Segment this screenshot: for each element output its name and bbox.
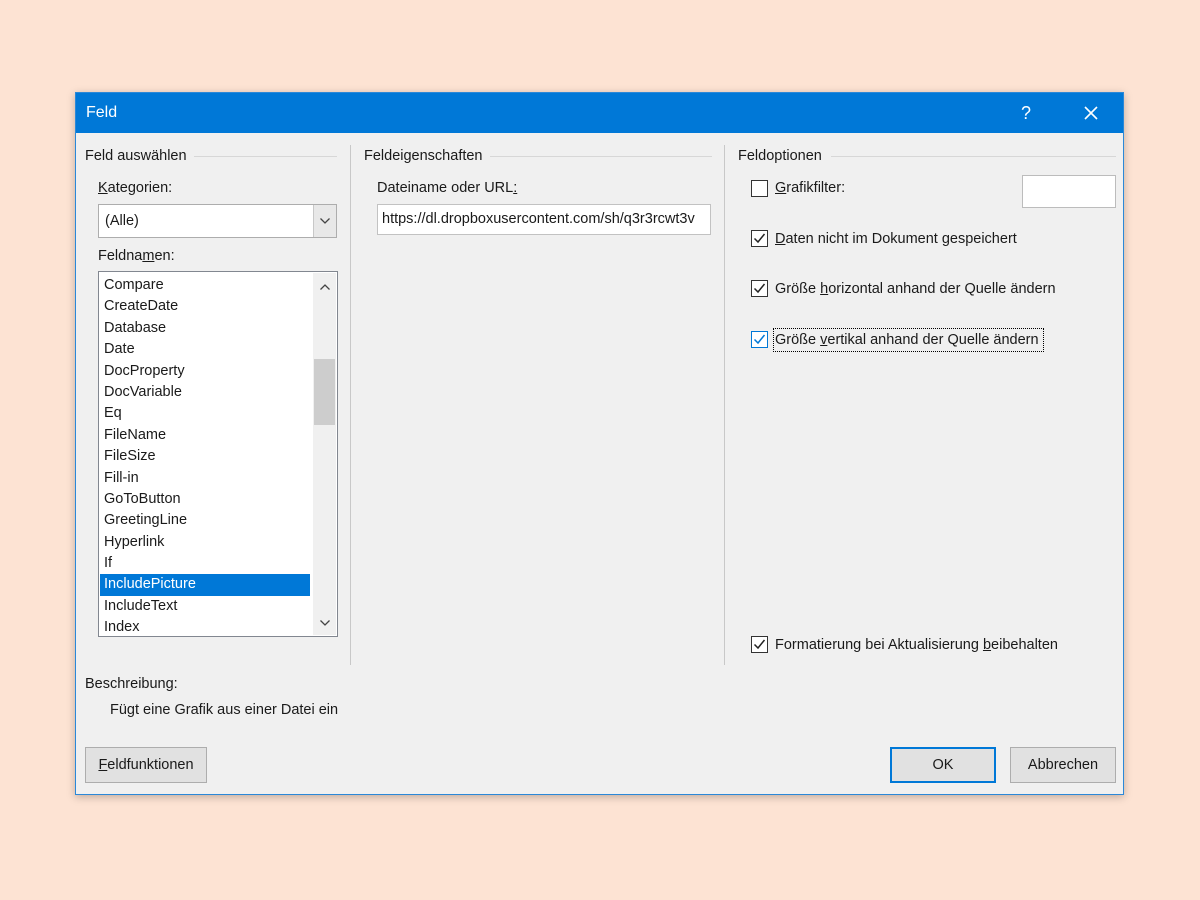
list-item[interactable]: CreateDate	[100, 296, 310, 317]
list-item[interactable]: If	[100, 553, 310, 574]
categories-dropdown[interactable]: (Alle)	[98, 204, 337, 238]
field-dialog: Feld ? Feld auswählen Kategorien: (Alle)…	[75, 92, 1124, 795]
field-codes-button[interactable]: Feldfunktionen	[85, 747, 207, 783]
chevron-up-icon	[320, 284, 330, 290]
list-item[interactable]: Index	[100, 617, 310, 636]
checkmark-icon	[753, 639, 766, 650]
graphic-filter-checkbox[interactable]	[751, 180, 768, 197]
dropdown-button[interactable]	[313, 205, 336, 237]
description-label: Beschreibung:	[85, 676, 178, 692]
list-scrollbar[interactable]	[313, 273, 336, 635]
categories-value: (Alle)	[105, 213, 139, 229]
list-item[interactable]: IncludePicture	[100, 574, 310, 596]
scroll-thumb[interactable]	[314, 359, 335, 425]
preserve-formatting-label: Formatierung bei Aktualisierung beibehal…	[775, 637, 1058, 653]
chevron-down-icon	[320, 620, 330, 626]
cancel-button[interactable]: Abbrechen	[1010, 747, 1116, 783]
field-names-label: Feldnamen:	[98, 248, 175, 264]
resize-vertical-label: Größe vertikal anhand der Quelle ändern	[775, 332, 1039, 348]
resize-horizontal-checkbox[interactable]	[751, 280, 768, 297]
section-divider	[490, 156, 712, 157]
list-item[interactable]: Date	[100, 339, 310, 360]
preserve-formatting-checkbox[interactable]	[751, 636, 768, 653]
field-names-list[interactable]: Compare CreateDate Database Date DocProperty…	[98, 271, 338, 637]
field-options-section-title: Feldoptionen	[738, 148, 822, 164]
list-item[interactable]: GreetingLine	[100, 510, 310, 531]
list-item[interactable]: Eq	[100, 403, 310, 424]
field-properties-section-title: Feldeigenschaften	[364, 148, 483, 164]
column-divider	[724, 145, 725, 665]
list-item[interactable]: GoToButton	[100, 489, 310, 510]
section-divider	[194, 156, 337, 157]
graphic-filter-label: Grafikfilter:	[775, 180, 846, 196]
dialog-title: Feld	[86, 104, 118, 121]
description-text: Fügt eine Grafik aus einer Datei ein	[110, 702, 339, 718]
select-field-section-title: Feld auswählen	[85, 148, 187, 164]
checkmark-icon	[753, 334, 766, 345]
section-divider	[831, 156, 1116, 157]
data-not-stored-label: Daten nicht im Dokument gespeichert	[775, 231, 1017, 247]
url-input[interactable]: https://dl.dropboxusercontent.com/sh/q3r…	[377, 204, 711, 235]
list-item[interactable]: Database	[100, 318, 310, 339]
title-bar: Feld ?	[76, 93, 1123, 133]
scroll-up-button[interactable]	[313, 277, 336, 297]
column-divider	[350, 145, 351, 665]
list-item[interactable]: DocProperty	[100, 361, 310, 382]
list-item[interactable]: FileSize	[100, 446, 310, 467]
chevron-down-icon	[320, 218, 330, 224]
field-names-items: Compare CreateDate Database Date DocProperty…	[100, 275, 310, 636]
list-item[interactable]: Fill-in	[100, 468, 310, 489]
resize-vertical-checkbox[interactable]	[751, 331, 768, 348]
close-button[interactable]	[1071, 93, 1111, 133]
close-icon	[1084, 106, 1098, 120]
url-value: https://dl.dropboxusercontent.com/sh/q3r…	[382, 211, 695, 227]
list-item[interactable]: FileName	[100, 425, 310, 446]
graphic-filter-input[interactable]	[1022, 175, 1116, 208]
checkmark-icon	[753, 233, 766, 244]
resize-horizontal-label: Größe horizontal anhand der Quelle änder…	[775, 281, 1056, 297]
list-item[interactable]: DocVariable	[100, 382, 310, 403]
ok-button[interactable]: OK	[890, 747, 996, 783]
list-item[interactable]: Hyperlink	[100, 532, 310, 553]
list-item[interactable]: Compare	[100, 275, 310, 296]
data-not-stored-checkbox[interactable]	[751, 230, 768, 247]
checkmark-icon	[753, 283, 766, 294]
url-label: Dateiname oder URL:	[377, 180, 518, 196]
help-button[interactable]: ?	[1011, 93, 1041, 133]
categories-label: Kategorien:	[98, 180, 173, 196]
scroll-down-button[interactable]	[313, 613, 336, 633]
list-item[interactable]: IncludeText	[100, 596, 310, 617]
